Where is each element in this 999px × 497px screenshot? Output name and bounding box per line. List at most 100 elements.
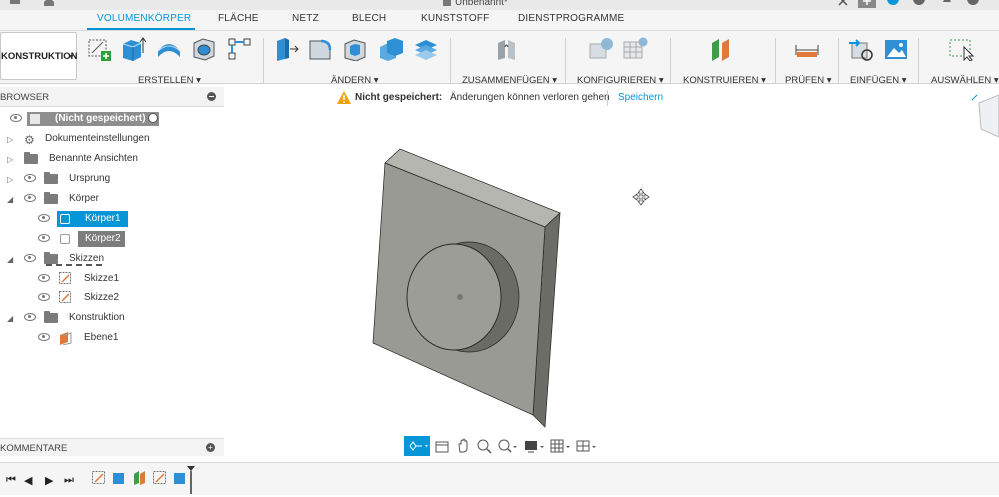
expand-icon[interactable]: ▷ (7, 155, 13, 164)
pan-cursor-icon (632, 188, 650, 206)
tree-item-label: Benannte Ansichten (49, 153, 138, 164)
tree-item-skizzen[interactable]: ◢ Skizzen (0, 250, 224, 268)
job-status-icon[interactable] (886, 0, 900, 8)
grid-settings-icon[interactable] (550, 438, 570, 454)
replace-face-icon[interactable] (413, 37, 439, 61)
display-settings-icon[interactable] (524, 438, 544, 454)
go-to-start-icon[interactable]: ⏮ (6, 474, 16, 487)
tree-item-konstruktion[interactable]: ◢ Konstruktion (0, 309, 224, 327)
ribbon-toolbar: VOLUMENKÖRPER FLÄCHE NETZ BLECH KUNSTSTO… (0, 10, 999, 86)
fit-icon[interactable] (497, 438, 517, 454)
tab-netz[interactable]: NETZ (292, 13, 319, 24)
visibility-icon[interactable] (10, 114, 22, 122)
collapse-icon[interactable]: ◢ (7, 314, 13, 323)
tab-kunststoff[interactable]: KUNSTSTOFF (421, 13, 489, 24)
play-icon[interactable]: ▶ (45, 474, 53, 487)
workspace-selector[interactable]: KONSTRUKTION ▼ (0, 32, 78, 80)
canvas-viewport[interactable] (225, 85, 999, 457)
go-to-end-icon[interactable]: ⏭ (64, 474, 74, 487)
close-tab-icon[interactable] (836, 0, 850, 8)
home-icon[interactable] (42, 0, 56, 8)
extensions-icon[interactable] (912, 0, 926, 8)
visibility-icon[interactable] (24, 313, 36, 321)
timeline-extrude2-icon[interactable] (173, 471, 187, 488)
timeline-sketch1-icon[interactable] (92, 471, 106, 488)
tree-item-dokumenteinstellungen[interactable]: ▷ ⚙ Dokumenteinstellungen (0, 130, 224, 148)
hole-icon[interactable] (191, 37, 217, 61)
extrude-icon[interactable] (120, 37, 147, 61)
joint-icon[interactable] (494, 37, 520, 61)
fillet-icon[interactable] (307, 37, 333, 61)
tree-item-label: Körper (69, 193, 100, 204)
visibility-icon[interactable] (24, 254, 36, 262)
tab-blech[interactable]: BLECH (352, 13, 386, 24)
collapse-icon[interactable]: ◢ (7, 255, 13, 264)
visibility-icon[interactable] (38, 214, 50, 222)
tree-item-label: Ebene1 (84, 332, 119, 343)
activate-radio-icon[interactable] (148, 113, 158, 123)
window-title: Unbenannt* (455, 0, 508, 8)
body-icon (60, 234, 70, 244)
insert-image-icon[interactable] (883, 37, 909, 61)
visibility-icon[interactable] (38, 333, 50, 341)
file-icon[interactable] (8, 0, 22, 8)
tab-volumenkoerper[interactable]: VOLUMENKÖRPER (97, 13, 191, 24)
visibility-icon[interactable] (38, 274, 50, 282)
press-pull-icon[interactable] (273, 37, 299, 61)
configuration-table-icon[interactable] (622, 37, 648, 61)
tree-item-ebene1[interactable]: Ebene1 (0, 329, 224, 347)
orbit-button[interactable] (404, 436, 430, 456)
new-tab-icon[interactable] (858, 0, 876, 8)
help-icon[interactable] (966, 0, 980, 8)
tree-item-benannte-ansichten[interactable]: ▷ Benannte Ansichten (0, 150, 224, 168)
tree-item-koerper-folder[interactable]: ◢ Körper (0, 190, 224, 208)
viewports-icon[interactable] (576, 438, 596, 454)
tree-item-label: Körper2 (85, 233, 121, 244)
insert-derive-icon[interactable] (849, 37, 875, 61)
create-sketch-icon[interactable] (86, 37, 112, 61)
shell-icon[interactable] (342, 37, 368, 62)
look-at-icon[interactable] (434, 438, 450, 454)
group-divider (670, 38, 671, 84)
zoom-icon[interactable] (476, 438, 492, 454)
timeline-marker[interactable] (187, 466, 195, 497)
measure-icon[interactable] (794, 37, 820, 61)
configure-icon[interactable] (588, 37, 614, 61)
visibility-icon[interactable] (24, 174, 36, 182)
timeline-sketch2-icon[interactable] (153, 471, 167, 488)
tree-item-ursprung[interactable]: ▷ Ursprung (0, 170, 224, 188)
pan-icon[interactable] (455, 438, 471, 454)
add-comment-icon[interactable]: + (206, 443, 215, 452)
browser-root[interactable]: (Nicht gespeichert) (0, 110, 224, 128)
tab-dienstprogramme[interactable]: DIENSTPROGRAMME (518, 13, 624, 24)
sketch-icon (59, 272, 72, 288)
viewcube[interactable] (971, 94, 999, 138)
notifications-icon[interactable] (940, 0, 954, 8)
offset-plane-icon[interactable] (708, 37, 734, 61)
plane-icon (59, 332, 72, 348)
timeline-plane-icon[interactable] (133, 471, 147, 488)
tree-item-koerper2[interactable]: Körper2 (0, 230, 224, 248)
pattern-icon[interactable] (227, 37, 253, 61)
tree-item-skizze2[interactable]: Skizze2 (0, 289, 224, 307)
select-icon[interactable] (948, 37, 975, 62)
tree-item-skizze1[interactable]: Skizze1 (0, 270, 224, 288)
step-back-icon[interactable]: ◀ (24, 474, 32, 487)
comments-header[interactable]: KOMMENTARE + (0, 438, 224, 456)
revolve-icon[interactable] (156, 37, 182, 61)
collapse-browser-icon[interactable] (207, 92, 216, 101)
browser-header[interactable]: BROWSER (0, 87, 224, 107)
tree-item-koerper1[interactable]: Körper1 (0, 210, 224, 228)
tab-flaeche[interactable]: FLÄCHE (218, 13, 259, 24)
visibility-icon[interactable] (24, 194, 36, 202)
group-erstellen[interactable]: ERSTELLEN ▾ (138, 75, 201, 86)
group-divider (263, 38, 264, 84)
combine-icon[interactable] (378, 37, 404, 61)
expand-icon[interactable]: ▷ (7, 175, 13, 184)
timeline-extrude1-icon[interactable] (112, 471, 126, 488)
collapse-icon[interactable]: ◢ (7, 195, 13, 204)
folder-icon (44, 252, 58, 264)
visibility-icon[interactable] (38, 293, 50, 301)
expand-icon[interactable]: ▷ (7, 135, 13, 144)
visibility-icon[interactable] (38, 234, 50, 242)
